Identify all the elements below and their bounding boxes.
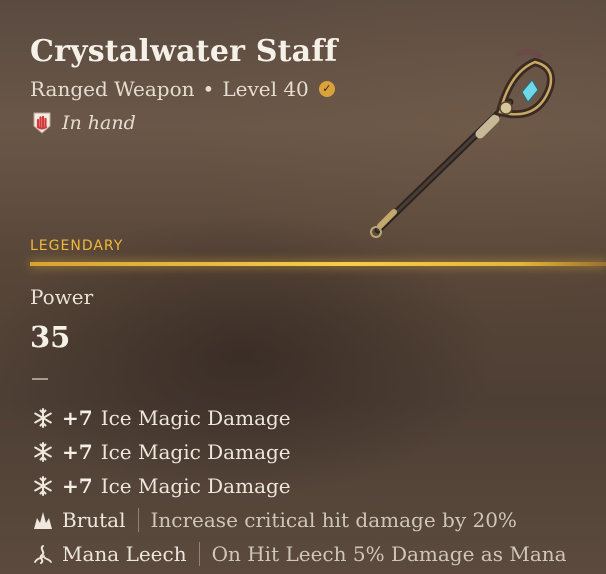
modifier-label: Ice Magic Damage xyxy=(100,474,291,498)
section-divider xyxy=(32,378,48,380)
modifier-row: +7 Ice Magic Damage xyxy=(32,404,291,432)
brutal-icon xyxy=(34,512,52,529)
perk-description: Increase critical hit damage by 20% xyxy=(150,508,517,532)
modifier-amount: +7 xyxy=(62,406,93,430)
snowflake-icon xyxy=(34,476,52,496)
item-subtitle: Ranged Weapon • Level 40 ✓ xyxy=(30,77,335,101)
modifier-label: Ice Magic Damage xyxy=(100,406,291,430)
equip-status: In hand xyxy=(32,112,136,134)
modifier-row: +7 Ice Magic Damage xyxy=(32,472,291,500)
modifier-label: Ice Magic Damage xyxy=(100,440,291,464)
rarity-divider xyxy=(30,262,606,266)
rarity-label: LEGENDARY xyxy=(30,238,124,254)
mana-leech-icon xyxy=(34,545,52,564)
item-type: Ranged Weapon xyxy=(30,77,195,101)
power-label: Power xyxy=(30,285,94,309)
modifier-amount: +7 xyxy=(62,474,93,498)
item-level: Level 40 xyxy=(222,77,309,101)
verified-check-icon: ✓ xyxy=(318,81,335,97)
perk-row-mana-leech: Mana Leech On Hit Leech 5% Damage as Man… xyxy=(32,540,567,568)
perk-separator xyxy=(198,542,200,566)
power-value: 35 xyxy=(30,320,71,354)
status-label: In hand xyxy=(62,112,136,134)
item-title: Crystalwater Staff xyxy=(30,34,338,69)
perk-separator xyxy=(137,508,139,532)
perk-description: On Hit Leech 5% Damage as Mana xyxy=(211,542,567,566)
perk-name: Brutal xyxy=(62,508,126,532)
hand-shield-icon xyxy=(33,112,51,134)
subtitle-separator: • xyxy=(202,77,215,101)
staff-image xyxy=(370,48,555,238)
perk-name: Mana Leech xyxy=(62,542,187,566)
modifier-row: +7 Ice Magic Damage xyxy=(32,438,291,466)
perk-row-brutal: Brutal Increase critical hit damage by 2… xyxy=(32,506,517,534)
snowflake-icon xyxy=(34,442,52,462)
modifier-amount: +7 xyxy=(62,440,93,464)
snowflake-icon xyxy=(34,408,52,428)
